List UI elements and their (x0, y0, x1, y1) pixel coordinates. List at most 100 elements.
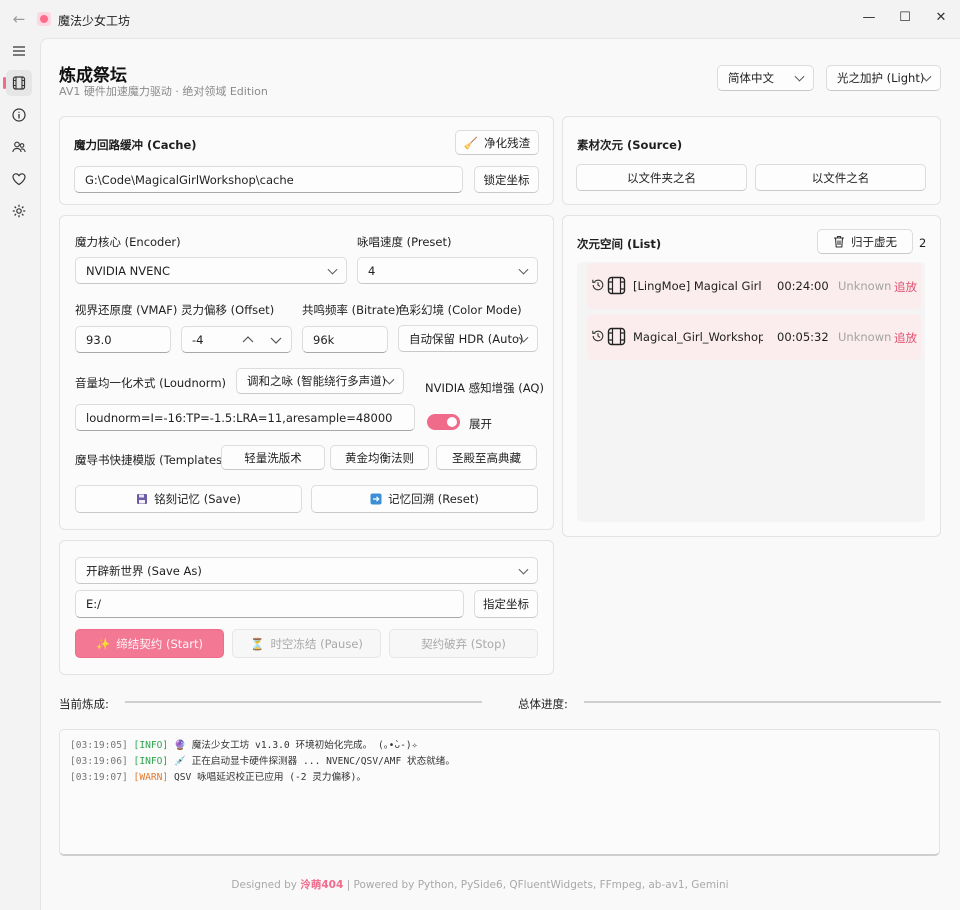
close-button[interactable]: ✕ (928, 6, 954, 30)
history-icon (592, 279, 604, 291)
chevron-up-icon[interactable] (242, 335, 254, 345)
output-mode-select[interactable]: 开辟新世界 (Save As) (75, 557, 538, 584)
templates-label: 魔导书快捷模版 (Templates): (75, 453, 231, 467)
bitrate-label: 共鸣频率 (Bitrate) (302, 303, 400, 317)
output-path-input[interactable]: E:/ (75, 590, 464, 618)
page-subtitle: AV1 硬件加速魔力驱动 · 绝对领域 Edition (59, 85, 268, 98)
list-count: 2 (919, 236, 927, 250)
footer-author[interactable]: 泠萌404 (300, 879, 343, 891)
choose-output-button[interactable]: 指定坐标 (474, 590, 538, 618)
minimize-button[interactable]: — (856, 6, 882, 30)
nav-film-icon[interactable] (3, 70, 32, 96)
footer-suffix: | Powered by Python, PySide6, QFluentWid… (346, 879, 729, 891)
template-archive-button[interactable]: 圣殿至高典藏 (436, 445, 537, 470)
clear-list-button[interactable]: 归于虚无 (817, 229, 913, 254)
log-text: 魔法少女工坊 v1.3.0 环境初始化完成。 (｡•̀ᴗ-)✧ (191, 740, 418, 751)
log-level: [INFO] (133, 756, 169, 767)
start-label: 缔结契约 (Start) (116, 636, 204, 651)
clean-cache-button[interactable]: 🧹 净化残渣 (455, 130, 539, 155)
pause-label: 时空冻结 (Pause) (270, 636, 363, 651)
theme-value: 光之加护 (Light) (837, 71, 925, 85)
title-bar (0, 0, 960, 38)
remove-file-link[interactable]: 追放 (894, 330, 917, 346)
aq-state-label: 展开 (469, 417, 492, 431)
total-progress-bar (584, 701, 941, 703)
source-card (562, 116, 941, 205)
chevron-down-icon (794, 71, 805, 82)
log-output[interactable]: [03:19:05] [INFO] 🔮 魔法少女工坊 v1.3.0 环境初始化完… (59, 729, 940, 856)
log-text: 正在启动显卡硬件探测器 ... NVENC/QSV/AMF 状态就绪。 (191, 756, 455, 767)
loudnorm-input[interactable]: loudnorm=I=-16:TP=-1.5:LRA=11,aresample=… (75, 404, 415, 431)
list-label: 次元空间 (List) (577, 237, 662, 251)
file-duration: 00:05:32 (777, 330, 829, 344)
stop-button[interactable]: 契约破弃 (Stop) (389, 629, 538, 658)
preset-select[interactable]: 4 (357, 257, 538, 284)
log-line: [03:19:05] [INFO] 🔮 魔法少女工坊 v1.3.0 环境初始化完… (70, 737, 417, 751)
lock-path-button[interactable]: 锁定坐标 (474, 166, 539, 193)
language-value: 简体中文 (728, 71, 774, 85)
log-time: [03:19:06] (70, 756, 128, 767)
file-name: [LingMoe] Magical Girl AV1 (633, 279, 763, 293)
language-select[interactable]: 简体中文 (717, 65, 814, 91)
start-button[interactable]: ✨ 缔结契约 (Start) (75, 629, 224, 658)
log-time: [03:19:07] (70, 772, 128, 783)
nav-people-icon[interactable] (6, 134, 32, 160)
offset-value: -4 (192, 332, 204, 347)
log-line: [03:19:06] [INFO] 💉 正在启动显卡硬件探测器 ... NVEN… (70, 753, 455, 767)
loudnorm-mode-select[interactable]: 调和之咏 (智能绕行多声道) (236, 368, 404, 394)
log-level: [INFO] (133, 740, 169, 751)
template-light-button[interactable]: 轻量洗版术 (221, 445, 325, 470)
film-icon (607, 327, 626, 346)
color-mode-value: 自动保留 HDR (Auto) (409, 331, 524, 346)
template-balanced-button[interactable]: 黄金均衡法则 (330, 445, 429, 470)
nav-info-icon[interactable] (6, 102, 32, 128)
offset-spinbox[interactable]: -4 (181, 326, 292, 353)
output-mode-value: 开辟新世界 (Save As) (86, 563, 202, 578)
reset-config-label: 记忆回溯 (Reset) (388, 492, 479, 506)
encoder-select[interactable]: NVIDIA NVENC (75, 257, 347, 284)
encoder-label: 魔力核心 (Encoder) (75, 235, 181, 249)
pause-button[interactable]: ⏳ 时空冻结 (Pause) (232, 629, 381, 658)
total-progress-label: 总体进度: (518, 697, 568, 711)
floppy-icon (137, 494, 148, 504)
log-line: [03:19:07] [WARN] QSV 咏唱延迟校正已应用 (-2 灵力偏移… (70, 769, 366, 783)
crystal-ball-icon: 🔮 (173, 740, 186, 751)
nav-gear-icon[interactable] (6, 198, 32, 224)
maximize-button[interactable]: ☐ (892, 6, 918, 30)
back-arrow-icon[interactable]: ← (10, 10, 28, 28)
remove-file-link[interactable]: 追放 (894, 279, 917, 295)
log-time: [03:19:05] (70, 740, 128, 751)
hourglass-icon: ⏳ (250, 636, 265, 651)
bitrate-input[interactable]: 96k (302, 326, 388, 353)
footer: Designed by 泠萌404 | Powered by Python, P… (0, 877, 960, 892)
theme-select[interactable]: 光之加护 (Light) (826, 65, 941, 91)
loudnorm-label: 音量均一化术式 (Loudnorm) (75, 376, 227, 390)
aq-toggle[interactable] (427, 414, 460, 430)
save-config-label: 铭刻记忆 (Save) (154, 492, 241, 506)
color-mode-select[interactable]: 自动保留 HDR (Auto) (398, 325, 538, 352)
menu-icon[interactable] (6, 38, 32, 64)
current-progress-bar (125, 701, 482, 703)
chevron-down-icon[interactable] (270, 335, 282, 345)
save-config-button[interactable]: 铭刻记忆 (Save) (75, 485, 302, 513)
broom-icon: 🧹 (463, 135, 479, 150)
film-icon (607, 276, 626, 295)
trash-icon (834, 235, 844, 248)
vmaf-input[interactable]: 93.0 (75, 326, 171, 353)
reset-config-button[interactable]: 记忆回溯 (Reset) (311, 485, 538, 513)
file-name: Magical_Girl_Workshop_v1 (633, 330, 763, 344)
list-item[interactable]: [LingMoe] Magical Girl AV1 00:24:00 Unkn… (587, 263, 921, 309)
offset-label: 灵力偏移 (Offset) (181, 303, 275, 317)
source-label: 素材次元 (Source) (577, 138, 683, 152)
file-duration: 00:24:00 (777, 279, 829, 293)
log-text: QSV 咏唱延迟校正已应用 (-2 灵力偏移)。 (173, 772, 367, 783)
nav-heart-icon[interactable] (6, 166, 32, 192)
add-folder-button[interactable]: 以文件夹之名 (576, 164, 747, 191)
chevron-down-icon (518, 564, 529, 575)
app-logo-icon (37, 12, 51, 26)
restore-icon (370, 493, 382, 505)
cache-path-input[interactable]: G:\Code\MagicalGirlWorkshop\cache (74, 166, 463, 193)
chevron-down-icon (518, 264, 529, 275)
list-item[interactable]: Magical_Girl_Workshop_v1 00:05:32 Unknow… (587, 314, 921, 360)
add-file-button[interactable]: 以文件之名 (755, 164, 926, 191)
